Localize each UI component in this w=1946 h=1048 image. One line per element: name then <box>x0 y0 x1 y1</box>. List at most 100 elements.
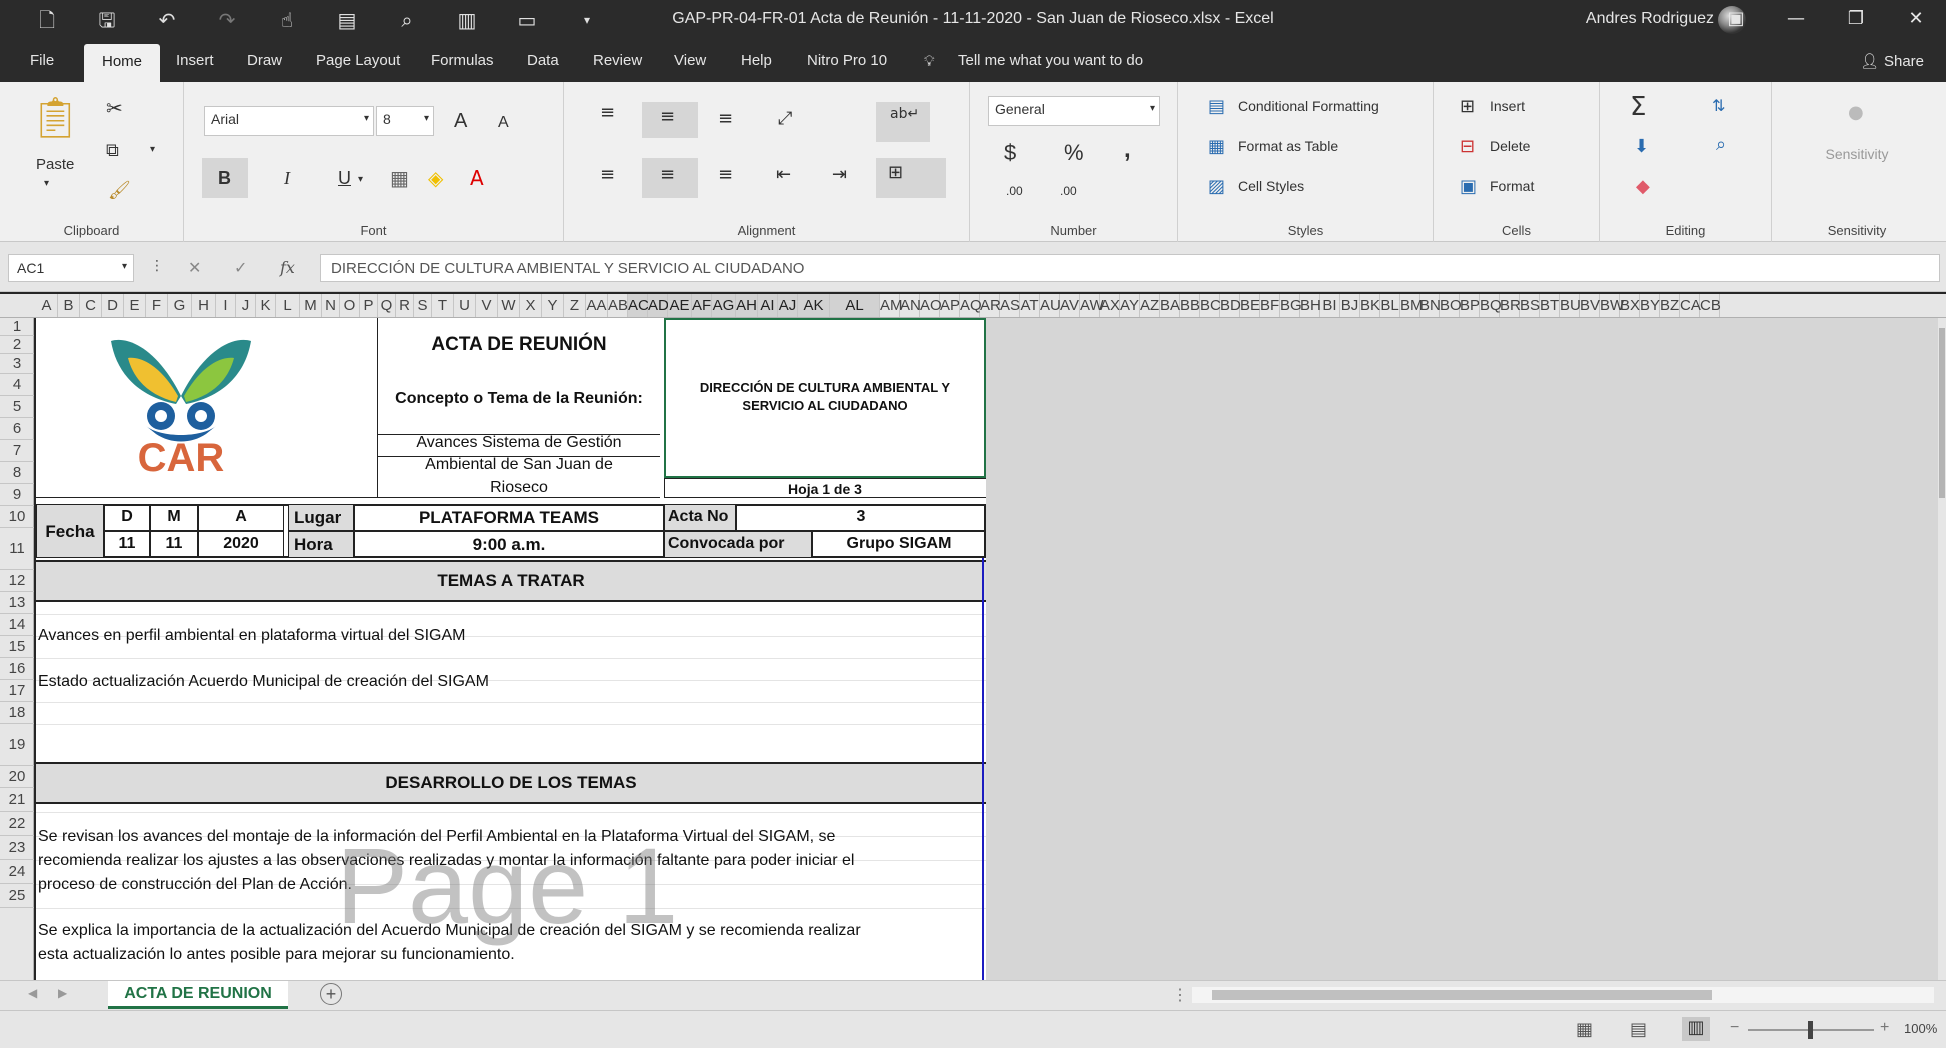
underline-dropdown-icon[interactable]: ▾ <box>358 174 363 185</box>
column-header-aj[interactable]: AJ <box>778 294 798 317</box>
column-header-ao[interactable]: AO <box>920 294 942 317</box>
column-header-bd[interactable]: BD <box>1220 294 1241 317</box>
sensitivity-button[interactable]: Sensitivity <box>1792 146 1922 162</box>
format-button[interactable]: Format <box>1490 178 1534 194</box>
name-box[interactable]: AC1 ▾ <box>8 254 134 282</box>
row-header-6[interactable]: 6 <box>0 418 34 440</box>
column-header-ab[interactable]: AB <box>608 294 628 317</box>
column-header-aq[interactable]: AQ <box>960 294 982 317</box>
clear-icon[interactable]: ◆ <box>1636 176 1650 197</box>
column-header-bi[interactable]: BI <box>1320 294 1340 317</box>
zoom-in-icon[interactable]: + <box>1880 1019 1889 1037</box>
tab-help[interactable]: Help <box>741 52 772 69</box>
format-painter-icon[interactable]: 🖌︎ <box>108 180 131 201</box>
underline-button[interactable]: U <box>338 168 351 189</box>
column-header-ax[interactable]: AX <box>1100 294 1120 317</box>
row-header-22[interactable]: 22 <box>0 812 34 836</box>
column-header-h[interactable]: H <box>192 294 216 317</box>
row-header-25[interactable]: 25 <box>0 884 34 908</box>
align-bottom-icon[interactable]: ≡ <box>718 108 733 129</box>
tab-nitro[interactable]: Nitro Pro 10 <box>807 52 887 69</box>
column-header-be[interactable]: BE <box>1240 294 1260 317</box>
row-header-9[interactable]: 9 <box>0 484 34 506</box>
find-select-icon[interactable]: ⌕ <box>1716 134 1726 155</box>
column-header-bq[interactable]: BQ <box>1480 294 1502 317</box>
column-header-aw[interactable]: AW <box>1080 294 1104 317</box>
fill-icon[interactable]: ⬇ <box>1634 136 1649 157</box>
column-header-bj[interactable]: BJ <box>1340 294 1360 317</box>
format-as-table-button[interactable]: Format as Table <box>1238 138 1338 154</box>
column-header-u[interactable]: U <box>454 294 476 317</box>
horizontal-scroll-thumb[interactable] <box>1212 990 1712 1000</box>
column-header-ac[interactable]: AC <box>628 294 649 317</box>
column-header-v[interactable]: V <box>476 294 498 317</box>
enter-icon[interactable]: ✓ <box>234 258 247 277</box>
comma-button[interactable]: , <box>1124 136 1131 164</box>
zoom-out-icon[interactable]: − <box>1730 1019 1739 1037</box>
column-header-az[interactable]: AZ <box>1140 294 1160 317</box>
column-header-e[interactable]: E <box>124 294 146 317</box>
copy-icon[interactable]: ⧉ <box>106 140 119 161</box>
horizontal-scrollbar[interactable] <box>1192 987 1934 1003</box>
shrink-font-button[interactable]: A <box>498 114 509 132</box>
column-header-ai[interactable]: AI <box>758 294 778 317</box>
conditional-formatting-button[interactable]: Conditional Formatting <box>1238 98 1379 114</box>
restore-icon[interactable]: ❐ <box>1826 0 1886 40</box>
column-header-am[interactable]: AM <box>880 294 903 317</box>
bold-button[interactable]: B <box>218 168 231 189</box>
row-header-13[interactable]: 13 <box>0 592 34 614</box>
column-header-ag[interactable]: AG <box>712 294 736 317</box>
tab-formulas[interactable]: Formulas <box>431 52 494 69</box>
paste-icon[interactable]: 📋︎ <box>30 94 81 144</box>
autosum-button[interactable]: Σ <box>1630 92 1646 122</box>
tab-view[interactable]: View <box>674 52 706 69</box>
copy-dropdown-icon[interactable]: ▾ <box>150 144 155 155</box>
row-header-8[interactable]: 8 <box>0 462 34 484</box>
row-header-15[interactable]: 15 <box>0 636 34 658</box>
column-header-bp[interactable]: BP <box>1460 294 1480 317</box>
sort-filter-icon[interactable]: ⇅ <box>1712 96 1725 115</box>
add-sheet-icon[interactable]: + <box>320 983 342 1005</box>
worksheet[interactable]: CAR ACTA DE REUNIÓN Concepto o Tema de l… <box>36 318 986 980</box>
vertical-scrollbar[interactable] <box>1938 318 1946 980</box>
decrease-indent-icon[interactable]: ⇤ <box>776 164 791 185</box>
cancel-icon[interactable]: ✕ <box>188 258 201 277</box>
column-header-bn[interactable]: BN <box>1420 294 1441 317</box>
column-header-w[interactable]: W <box>498 294 520 317</box>
column-header-bl[interactable]: BL <box>1380 294 1400 317</box>
column-header-n[interactable]: N <box>322 294 340 317</box>
scroll-tabs-right-icon[interactable]: ▶ <box>58 986 67 1000</box>
tell-me-search[interactable]: Tell me what you want to do <box>958 52 1143 69</box>
number-format-combo[interactable]: General ▾ <box>988 96 1160 126</box>
increase-decimal-button[interactable]: .00 <box>1006 184 1023 198</box>
column-header-q[interactable]: Q <box>378 294 396 317</box>
column-header-al[interactable]: AL <box>830 294 880 317</box>
column-header-bv[interactable]: BV <box>1580 294 1600 317</box>
column-header-bu[interactable]: BU <box>1560 294 1581 317</box>
fill-color-icon[interactable]: ◈ <box>428 166 443 190</box>
normal-view-icon[interactable]: ▦ <box>1576 1019 1593 1040</box>
column-header-bh[interactable]: BH <box>1300 294 1321 317</box>
row-header-20[interactable]: 20 <box>0 766 34 788</box>
vertical-scroll-thumb[interactable] <box>1939 328 1945 498</box>
insert-button[interactable]: Insert <box>1490 98 1525 114</box>
insert-function-icon[interactable]: fx <box>280 258 295 277</box>
sensitivity-icon[interactable]: ● <box>1848 102 1864 123</box>
column-header-bx[interactable]: BX <box>1620 294 1640 317</box>
column-header-d[interactable]: D <box>102 294 124 317</box>
row-header-17[interactable]: 17 <box>0 680 34 702</box>
scroll-tabs-left-icon[interactable]: ◀ <box>28 986 37 1000</box>
column-header-by[interactable]: BY <box>1640 294 1660 317</box>
column-header-l[interactable]: L <box>276 294 300 317</box>
formula-input[interactable]: DIRECCIÓN DE CULTURA AMBIENTAL Y SERVICI… <box>320 254 1940 282</box>
font-color-icon[interactable]: A <box>470 166 484 190</box>
column-header-k[interactable]: K <box>256 294 276 317</box>
tab-insert[interactable]: Insert <box>176 52 214 69</box>
close-icon[interactable]: ✕ <box>1886 0 1946 40</box>
column-header-m[interactable]: M <box>300 294 322 317</box>
column-header-au[interactable]: AU <box>1040 294 1061 317</box>
tab-splitter-icon[interactable]: ⋮ <box>1172 985 1188 1005</box>
column-header-aa[interactable]: AA <box>586 294 608 317</box>
column-header-bf[interactable]: BF <box>1260 294 1280 317</box>
column-header-bg[interactable]: BG <box>1280 294 1302 317</box>
